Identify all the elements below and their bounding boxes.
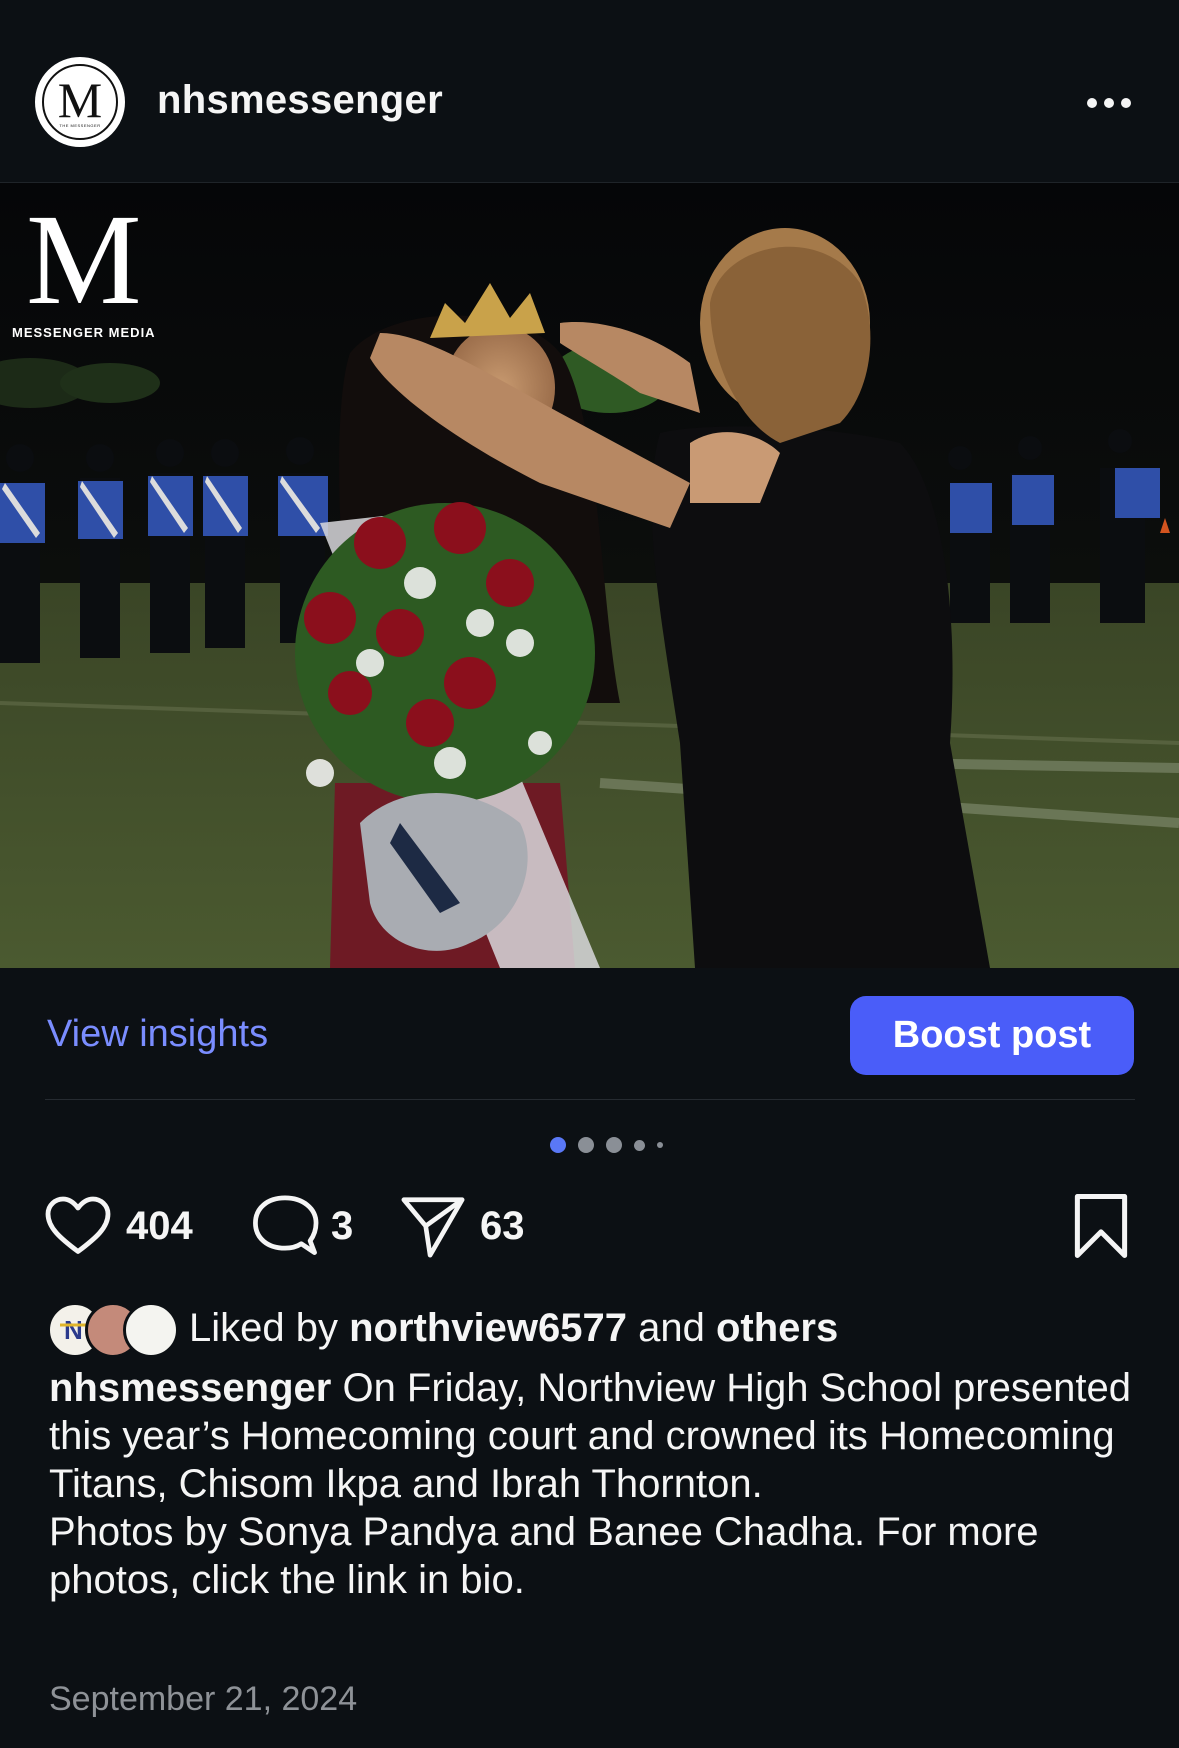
post-caption: nhsmessenger On Friday, Northview High S… (49, 1364, 1139, 1604)
heart-icon[interactable] (42, 1190, 114, 1262)
comment-icon[interactable] (251, 1190, 319, 1262)
like-action[interactable]: 404 (42, 1190, 193, 1262)
divider (45, 1099, 1135, 1100)
caption-username[interactable]: nhsmessenger (49, 1366, 331, 1410)
bookmark-icon[interactable] (1070, 1190, 1132, 1262)
post-date: September 21, 2024 (49, 1680, 358, 1718)
liked-by-row[interactable]: N Liked by northview6577 and others (47, 1300, 839, 1358)
liker-avatars: N (47, 1300, 179, 1358)
more-options-icon[interactable] (1087, 88, 1139, 118)
caption-credits: Photos by Sonya Pandya and Banee Chadha.… (49, 1510, 1039, 1602)
send-icon[interactable] (398, 1190, 468, 1262)
action-bar: 404 3 63 (0, 1190, 1179, 1264)
avatar-letter: M (57, 71, 103, 128)
boost-post-button[interactable]: Boost post (850, 996, 1134, 1075)
svg-text:N: N (64, 1315, 83, 1345)
shares-count: 63 (480, 1203, 525, 1248)
liker-avatar (123, 1302, 179, 1358)
carousel-dot-active (550, 1137, 566, 1153)
liked-by-text: Liked by northview6577 and others (189, 1305, 839, 1350)
watermark-text: MESSENGER MEDIA (12, 325, 156, 340)
post-header: M THE MESSENGER nhsmessenger (0, 0, 1179, 183)
carousel-dot (657, 1142, 663, 1148)
liker-username[interactable]: northview6577 (349, 1306, 627, 1350)
post-photo[interactable]: M MESSENGER MEDIA (0, 183, 1179, 968)
username[interactable]: nhsmessenger (157, 78, 443, 123)
view-insights-link[interactable]: View insights (47, 1013, 268, 1056)
carousel-dot (606, 1137, 622, 1153)
likes-count: 404 (126, 1203, 193, 1248)
carousel-indicator (550, 1135, 663, 1155)
watermark-letter: M (26, 188, 142, 332)
save-action[interactable] (1070, 1190, 1132, 1262)
comment-action[interactable]: 3 (251, 1190, 353, 1262)
messenger-media-watermark: M MESSENGER MEDIA (12, 188, 172, 340)
likers-others-link[interactable]: others (716, 1306, 838, 1350)
share-action[interactable]: 63 (398, 1190, 525, 1262)
photo-illustration (0, 183, 1179, 968)
avatar-subtext: THE MESSENGER (59, 122, 101, 128)
profile-avatar[interactable]: M THE MESSENGER (35, 57, 125, 147)
avatar-logo: M THE MESSENGER (42, 64, 118, 140)
comments-count: 3 (331, 1203, 354, 1248)
carousel-dot (634, 1139, 645, 1151)
carousel-dot (578, 1137, 594, 1153)
